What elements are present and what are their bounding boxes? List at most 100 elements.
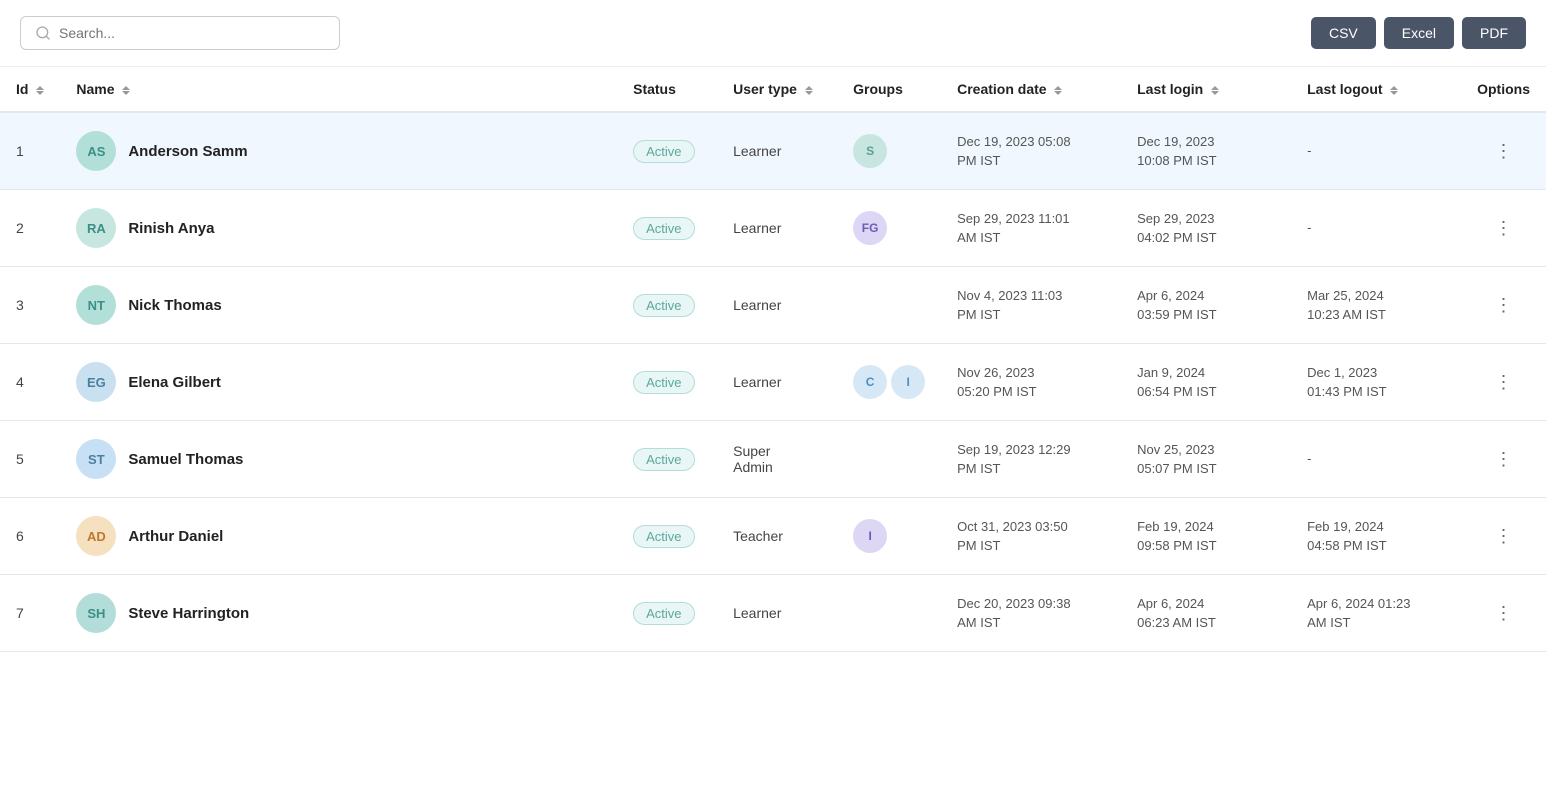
user-type-label: Teacher <box>733 528 783 544</box>
cell-options: ⋮ <box>1461 112 1546 190</box>
last-logout: Feb 19, 2024 04:58 PM IST <box>1307 519 1386 554</box>
cell-id: 3 <box>0 267 60 344</box>
cell-last-login: Jan 9, 2024 06:54 PM IST <box>1121 344 1291 421</box>
options-button[interactable]: ⋮ <box>1487 368 1521 397</box>
cell-groups <box>837 421 941 498</box>
cell-id: 1 <box>0 112 60 190</box>
group-badge: FG <box>853 211 887 245</box>
cell-options: ⋮ <box>1461 575 1546 652</box>
csv-button[interactable]: CSV <box>1311 17 1376 49</box>
group-badge: I <box>853 519 887 553</box>
options-button[interactable]: ⋮ <box>1487 599 1521 628</box>
cell-usertype: Learner <box>717 112 837 190</box>
user-name: Nick Thomas <box>128 297 221 314</box>
search-input[interactable] <box>59 25 325 41</box>
user-type-label: Super Admin <box>733 443 773 475</box>
cell-creation-date: Nov 4, 2023 11:03 PM IST <box>941 267 1121 344</box>
status-badge: Active <box>633 525 694 548</box>
col-header-lastlogin[interactable]: Last login <box>1121 67 1291 112</box>
cell-name: AD Arthur Daniel <box>60 498 617 575</box>
last-login: Dec 19, 2023 10:08 PM IST <box>1137 134 1216 169</box>
cell-last-logout: Apr 6, 2024 01:23 AM IST <box>1291 575 1461 652</box>
cell-last-login: Feb 19, 2024 09:58 PM IST <box>1121 498 1291 575</box>
last-logout: Dec 1, 2023 01:43 PM IST <box>1307 365 1386 400</box>
avatar: RA <box>76 208 116 248</box>
col-header-name[interactable]: Name <box>60 67 617 112</box>
table-row: 7 SH Steve Harrington Active Learner Dec 2… <box>0 575 1546 652</box>
creation-date: Oct 31, 2023 03:50 PM IST <box>957 519 1068 554</box>
cell-usertype: Learner <box>717 190 837 267</box>
table-body: 1 AS Anderson Samm ActiveLearnerSDec 19,… <box>0 112 1546 652</box>
avatar: SH <box>76 593 116 633</box>
cell-last-logout: Dec 1, 2023 01:43 PM IST <box>1291 344 1461 421</box>
cell-last-login: Apr 6, 2024 03:59 PM IST <box>1121 267 1291 344</box>
cell-status: Active <box>617 112 717 190</box>
cell-status: Active <box>617 267 717 344</box>
user-name: Steve Harrington <box>128 605 249 622</box>
last-login: Jan 9, 2024 06:54 PM IST <box>1137 365 1216 400</box>
last-login: Sep 29, 2023 04:02 PM IST <box>1137 211 1216 246</box>
cell-name: RA Rinish Anya <box>60 190 617 267</box>
cell-name: EG Elena Gilbert <box>60 344 617 421</box>
cell-groups: CI <box>837 344 941 421</box>
status-badge: Active <box>633 371 694 394</box>
options-button[interactable]: ⋮ <box>1487 137 1521 166</box>
cell-usertype: Learner <box>717 267 837 344</box>
cell-last-logout: - <box>1291 190 1461 267</box>
cell-name: SH Steve Harrington <box>60 575 617 652</box>
avatar: AD <box>76 516 116 556</box>
cell-last-logout: Feb 19, 2024 04:58 PM IST <box>1291 498 1461 575</box>
sort-icon-lastlogin <box>1211 86 1219 95</box>
creation-date: Nov 26, 2023 05:20 PM IST <box>957 365 1036 400</box>
cell-status: Active <box>617 190 717 267</box>
user-name: Anderson Samm <box>128 143 247 160</box>
avatar: AS <box>76 131 116 171</box>
cell-status: Active <box>617 498 717 575</box>
col-header-id[interactable]: Id <box>0 67 60 112</box>
cell-id: 7 <box>0 575 60 652</box>
options-button[interactable]: ⋮ <box>1487 522 1521 551</box>
options-button[interactable]: ⋮ <box>1487 214 1521 243</box>
cell-last-login: Sep 29, 2023 04:02 PM IST <box>1121 190 1291 267</box>
creation-date: Dec 20, 2023 09:38 AM IST <box>957 596 1070 631</box>
cell-last-login: Dec 19, 2023 10:08 PM IST <box>1121 112 1291 190</box>
cell-status: Active <box>617 344 717 421</box>
col-header-lastlogout[interactable]: Last logout <box>1291 67 1461 112</box>
cell-usertype: Teacher <box>717 498 837 575</box>
last-logout: Apr 6, 2024 01:23 AM IST <box>1307 596 1410 631</box>
pdf-button[interactable]: PDF <box>1462 17 1526 49</box>
cell-creation-date: Sep 29, 2023 11:01 AM IST <box>941 190 1121 267</box>
cell-id: 2 <box>0 190 60 267</box>
cell-creation-date: Dec 19, 2023 05:08 PM IST <box>941 112 1121 190</box>
cell-status: Active <box>617 575 717 652</box>
cell-options: ⋮ <box>1461 267 1546 344</box>
user-type-label: Learner <box>733 220 781 236</box>
options-button[interactable]: ⋮ <box>1487 445 1521 474</box>
table-row: 4 EG Elena Gilbert ActiveLearnerCINov 26… <box>0 344 1546 421</box>
excel-button[interactable]: Excel <box>1384 17 1454 49</box>
cell-creation-date: Dec 20, 2023 09:38 AM IST <box>941 575 1121 652</box>
search-box[interactable] <box>20 16 340 50</box>
user-name: Samuel Thomas <box>128 451 243 468</box>
table-row: 2 RA Rinish Anya Active Learner FG Sep 29, … <box>0 190 1546 267</box>
cell-name: ST Samuel Thomas <box>60 421 617 498</box>
col-header-creation[interactable]: Creation date <box>941 67 1121 112</box>
search-icon <box>35 25 51 41</box>
cell-last-logout: - <box>1291 112 1461 190</box>
avatar: EG <box>76 362 116 402</box>
users-table: Id Name Status User type <box>0 67 1546 652</box>
cell-last-logout: Mar 25, 2024 10:23 AM IST <box>1291 267 1461 344</box>
user-type-label: Learner <box>733 605 781 621</box>
top-bar: CSV Excel PDF <box>0 0 1546 67</box>
user-type-label: Learner <box>733 143 781 159</box>
cell-usertype: Super Admin <box>717 421 837 498</box>
cell-id: 6 <box>0 498 60 575</box>
cell-last-login: Apr 6, 2024 06:23 AM IST <box>1121 575 1291 652</box>
user-name: Arthur Daniel <box>128 528 223 545</box>
col-header-usertype[interactable]: User type <box>717 67 837 112</box>
cell-id: 5 <box>0 421 60 498</box>
cell-last-login: Nov 25, 2023 05:07 PM IST <box>1121 421 1291 498</box>
options-button[interactable]: ⋮ <box>1487 291 1521 320</box>
cell-name: NT Nick Thomas <box>60 267 617 344</box>
user-type-label: Learner <box>733 374 781 390</box>
